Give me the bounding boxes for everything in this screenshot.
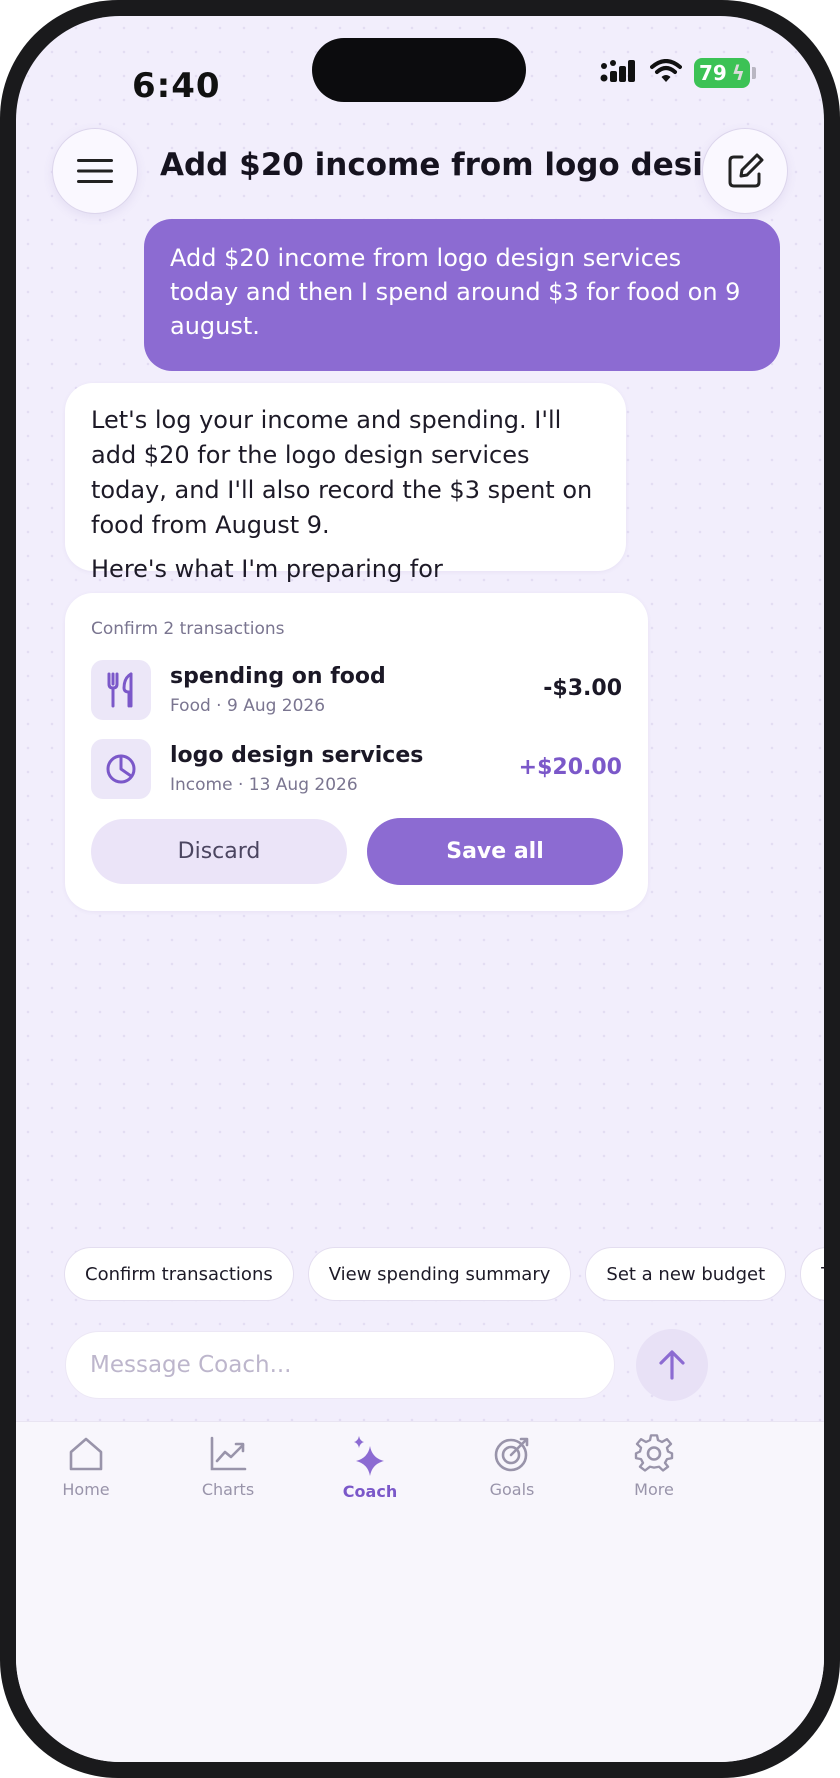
- transaction-meta: Income · 13 Aug 2026: [170, 775, 358, 795]
- tab-label: More: [634, 1480, 674, 1499]
- gear-icon: [634, 1434, 674, 1472]
- pie-chart-icon: [91, 739, 151, 799]
- suggestion-chip[interactable]: Set a new budget: [585, 1247, 787, 1301]
- chart-icon: [210, 1436, 247, 1471]
- transaction-name: spending on food: [170, 664, 386, 689]
- confirm-card-label: Confirm 2 transactions: [91, 619, 285, 639]
- tab-coach[interactable]: Coach: [310, 1434, 430, 1501]
- transaction-amount: -$3.00: [543, 676, 622, 701]
- assistant-message-bubble: Let's log your income and spending. I'll…: [65, 383, 626, 618]
- transaction-row[interactable]: spending on food Food · 9 Aug 2026 -$3.0…: [91, 660, 622, 722]
- battery-icon: 79 ϟ: [694, 58, 750, 88]
- suggestion-chip[interactable]: View spending summary: [307, 1247, 572, 1301]
- fork-knife-icon: [91, 660, 151, 720]
- target-icon: [494, 1437, 529, 1472]
- transaction-row[interactable]: logo design services Income · 13 Aug 202…: [91, 739, 622, 801]
- assistant-paragraph: Let's log your income and spending. I'll…: [91, 406, 593, 539]
- suggestion-chip[interactable]: T: [800, 1247, 824, 1301]
- home-icon: [69, 1437, 103, 1471]
- app-screen: 6:40 79 ϟ Add $20 income from logo desi.…: [16, 16, 824, 1762]
- tab-goals[interactable]: Goals: [452, 1434, 572, 1499]
- tab-label: Coach: [342, 1482, 398, 1501]
- discard-button[interactable]: Discard: [91, 819, 347, 884]
- send-button[interactable]: [636, 1329, 708, 1401]
- cellular-signal-icon: [600, 59, 638, 87]
- phone-frame: 6:40 79 ϟ Add $20 income from logo desi.…: [0, 0, 840, 1778]
- charging-bolt-icon: ϟ: [731, 61, 745, 85]
- transaction-name: logo design services: [170, 743, 424, 768]
- status-icons: 79 ϟ: [600, 58, 756, 88]
- suggestion-chip[interactable]: Confirm transactions: [64, 1247, 294, 1301]
- message-input[interactable]: [65, 1331, 615, 1399]
- tab-more[interactable]: More: [594, 1434, 714, 1499]
- tab-label: Charts: [201, 1480, 255, 1499]
- transaction-meta: Food · 9 Aug 2026: [170, 696, 326, 716]
- confirm-transactions-card: Confirm 2 transactions spending on food …: [65, 593, 648, 911]
- menu-button[interactable]: [52, 128, 138, 214]
- tab-label: Home: [62, 1480, 110, 1499]
- tab-bar: Home Charts Coach Goals More: [16, 1421, 824, 1762]
- save-all-button[interactable]: Save all: [367, 818, 623, 885]
- battery-level: 79: [699, 61, 727, 85]
- tab-label: Goals: [489, 1480, 535, 1499]
- tab-home[interactable]: Home: [26, 1434, 146, 1499]
- suggestion-chips: Confirm transactions View spending summa…: [64, 1247, 824, 1301]
- dynamic-island: [312, 38, 526, 102]
- tab-charts[interactable]: Charts: [168, 1434, 288, 1499]
- wifi-icon: [650, 59, 682, 87]
- transaction-amount: +$20.00: [518, 755, 622, 780]
- user-message-bubble: Add $20 income from logo design services…: [144, 219, 780, 371]
- chat-title: Add $20 income from logo desi...: [160, 147, 739, 183]
- new-chat-button[interactable]: [702, 128, 788, 214]
- status-time: 6:40: [132, 66, 221, 106]
- sparkle-icon: [354, 1436, 384, 1476]
- hamburger-menu-icon: [77, 159, 113, 183]
- compose-icon: [728, 153, 764, 188]
- battery-tip: [752, 67, 756, 79]
- arrow-up-icon: [659, 1350, 685, 1380]
